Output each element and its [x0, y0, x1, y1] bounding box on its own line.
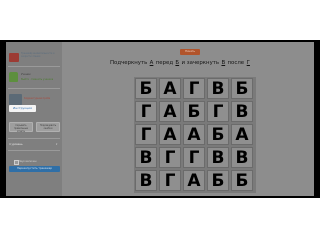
letter-cell[interactable]: В — [231, 147, 253, 168]
sound-checkbox-label: Звук включен — [19, 160, 37, 163]
app-title: Тренажёр внимательности и скорости чтени… — [21, 52, 55, 58]
letter-cell[interactable]: Б — [135, 78, 157, 99]
chevron-down-icon[interactable]: ▾ — [56, 143, 57, 146]
restart-button[interactable]: Перезапустить тренажер — [9, 166, 60, 172]
letter-cell[interactable]: А — [159, 124, 181, 145]
instruction-tooltip[interactable]: Инструкция — [9, 105, 36, 112]
level-select[interactable]: 4 уровень — [9, 143, 23, 146]
letter-cell[interactable]: В — [207, 78, 229, 99]
sidebar-divider — [8, 138, 60, 139]
app-screen: Тренажёр внимательности и скорости чтени… — [6, 42, 314, 196]
letter-cell[interactable]: А — [183, 170, 205, 191]
letter-cell[interactable]: В — [231, 101, 253, 122]
letter-cell[interactable]: Б — [183, 101, 205, 122]
option-hide-answers-button[interactable]: Скрывать правильные ответы — [9, 122, 33, 132]
letter-cell[interactable]: А — [183, 124, 205, 145]
letter-cell[interactable]: А — [159, 101, 181, 122]
instruction-text: и зачеркнуть — [181, 60, 220, 66]
letter-cell[interactable]: Г — [135, 124, 157, 145]
sidebar-divider — [8, 150, 60, 151]
target-letter: В — [221, 60, 226, 66]
instruction-text: после — [227, 60, 245, 66]
letter-cell[interactable]: Г — [135, 101, 157, 122]
letter-cell[interactable]: Б — [207, 124, 229, 145]
letter-cell[interactable]: В — [135, 147, 157, 168]
letter-cell[interactable]: Б — [231, 78, 253, 99]
letter-cell[interactable]: Г — [183, 78, 205, 99]
student-switch-link[interactable]: Выйти · Сменить ученика — [21, 78, 53, 81]
target-letter: Г — [246, 60, 250, 66]
letter-cell[interactable]: Г — [207, 101, 229, 122]
sidebar-divider — [8, 66, 60, 67]
student-avatar-icon — [9, 72, 18, 82]
letter-cell[interactable]: Г — [183, 147, 205, 168]
letter-cell[interactable]: А — [159, 78, 181, 99]
game-caption[interactable]: Корректурная проба — [24, 97, 60, 100]
sidebar-divider — [8, 88, 60, 89]
student-name: Ученик — [21, 73, 31, 76]
letter-cell[interactable]: В — [207, 147, 229, 168]
target-letter: А — [149, 60, 154, 66]
instruction-text: перед — [155, 60, 174, 66]
letter-cell[interactable]: Г — [159, 147, 181, 168]
letter-grid: Б А Г В Б Г А Б Г В Г А А Б А В Г Г В В … — [134, 77, 256, 193]
game-thumbnail-icon[interactable] — [9, 94, 22, 105]
letter-cell[interactable]: Б — [231, 170, 253, 191]
letter-cell[interactable]: Б — [207, 170, 229, 191]
letter-cell[interactable]: Г — [159, 170, 181, 191]
instruction-text: Подчеркнуть — [110, 60, 148, 66]
letter-cell[interactable]: А — [231, 124, 253, 145]
option-highlight-errors-button[interactable]: Подсвечивать ошибки — [36, 122, 60, 132]
task-instruction: Подчеркнуть А перед Б и зачеркнуть В пос… — [110, 59, 280, 67]
target-letter: Б — [175, 60, 180, 66]
app-logo-icon — [9, 53, 19, 62]
start-button[interactable]: Начать — [180, 49, 200, 55]
sidebar: Тренажёр внимательности и скорости чтени… — [6, 42, 62, 196]
letter-cell[interactable]: В — [135, 170, 157, 191]
